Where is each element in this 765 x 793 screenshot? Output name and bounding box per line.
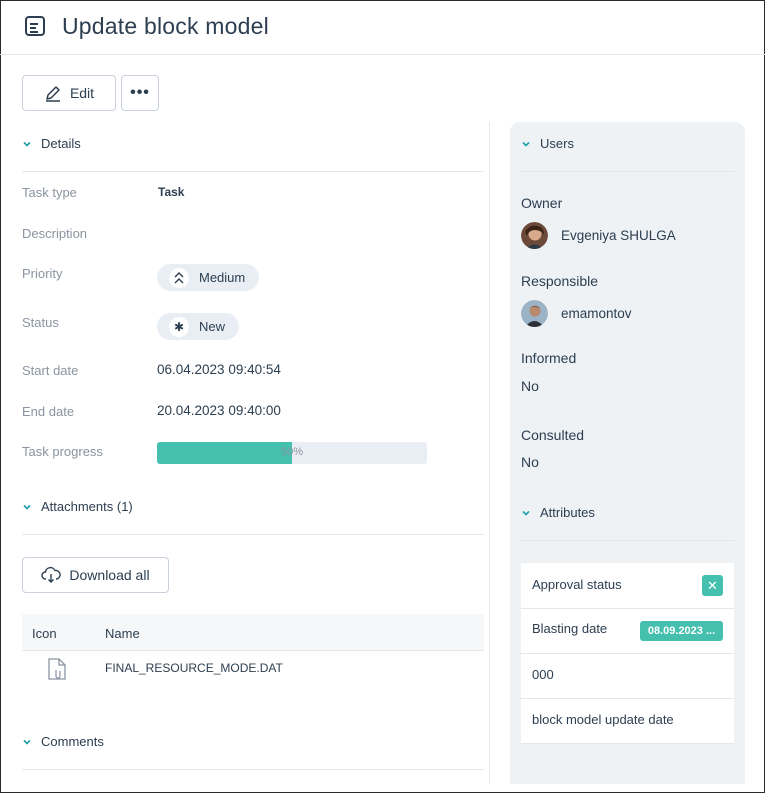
informed-label: Informed bbox=[521, 350, 577, 366]
status-badge[interactable]: ✱ New bbox=[157, 313, 240, 340]
attribute-block-model-update-date[interactable]: block model update date bbox=[521, 699, 734, 744]
responsible-label: Responsible bbox=[521, 273, 599, 289]
owner-name[interactable]: Evgeniya SHULGA bbox=[561, 228, 676, 243]
edit-button-label: Edit bbox=[69, 85, 95, 101]
chevron-down-icon bbox=[23, 739, 31, 745]
page-title: Update block model bbox=[62, 13, 269, 39]
attachments-table-header: Icon Name bbox=[22, 614, 484, 651]
owner-avatar[interactable] bbox=[521, 222, 548, 249]
blasting-date-badge[interactable]: 08.09.2023 ... bbox=[640, 621, 723, 641]
comments-section-label: Comments bbox=[41, 734, 104, 749]
end-date-value: 20.04.2023 09:40:00 bbox=[157, 403, 281, 418]
consulted-label: Consulted bbox=[521, 427, 585, 443]
more-dots-icon: ••• bbox=[130, 84, 150, 101]
document-icon bbox=[25, 16, 45, 36]
file-attachment-icon[interactable] bbox=[47, 657, 67, 681]
priority-label: Priority bbox=[22, 266, 63, 281]
attributes-section-label: Attributes bbox=[540, 505, 595, 520]
details-section-label: Details bbox=[41, 136, 81, 151]
attachment-file-name[interactable]: FINAL_RESOURCE_MODE.DAT bbox=[105, 661, 283, 675]
attribute-blasting-date[interactable]: Blasting date 08.09.2023 ... bbox=[521, 609, 734, 654]
divider bbox=[22, 171, 484, 172]
chevrons-up-icon bbox=[169, 267, 189, 288]
responsible-avatar[interactable] bbox=[521, 300, 548, 327]
divider bbox=[22, 534, 484, 535]
attachments-section-toggle[interactable]: Attachments (1) bbox=[22, 499, 133, 514]
responsible-name[interactable]: emamontov bbox=[561, 306, 632, 321]
users-section-label: Users bbox=[540, 136, 574, 151]
task-type-label: Task type bbox=[22, 185, 77, 200]
start-date-label: Start date bbox=[22, 363, 79, 378]
download-all-label: Download all bbox=[69, 567, 150, 583]
consulted-value: No bbox=[521, 454, 539, 470]
edit-button[interactable]: Edit bbox=[22, 75, 116, 111]
informed-value: No bbox=[521, 378, 539, 394]
attachments-section-label: Attachments (1) bbox=[41, 499, 133, 514]
column-separator bbox=[489, 122, 490, 784]
details-section-toggle[interactable]: Details bbox=[22, 136, 81, 151]
chevron-down-icon bbox=[23, 141, 31, 147]
attribute-000[interactable]: 000 bbox=[521, 654, 734, 699]
users-section-toggle[interactable]: Users bbox=[521, 136, 574, 151]
attribute-label: block model update date bbox=[532, 712, 674, 727]
divider bbox=[521, 540, 734, 541]
priority-badge[interactable]: Medium bbox=[157, 264, 260, 291]
status-value: New bbox=[199, 319, 226, 334]
download-all-button[interactable]: Download all bbox=[22, 557, 169, 593]
owner-label: Owner bbox=[521, 195, 563, 211]
status-label: Status bbox=[22, 315, 59, 330]
divider bbox=[22, 769, 484, 770]
description-label: Description bbox=[22, 226, 88, 241]
attribute-label: 000 bbox=[532, 667, 554, 682]
cloud-download-icon bbox=[41, 566, 62, 583]
asterisk-icon: ✱ bbox=[169, 316, 189, 337]
task-progress-bar: 50% bbox=[157, 442, 427, 464]
pencil-icon bbox=[45, 86, 60, 102]
task-type-value: Task bbox=[158, 185, 185, 199]
attributes-section-toggle[interactable]: Attributes bbox=[521, 505, 595, 520]
task-progress-text: 50% bbox=[280, 446, 304, 458]
attribute-approval-status[interactable]: Approval status ✕ bbox=[521, 563, 734, 609]
close-icon[interactable]: ✕ bbox=[702, 575, 723, 596]
page-header: Update block model bbox=[0, 0, 765, 55]
attribute-label: Approval status bbox=[532, 577, 622, 592]
end-date-label: End date bbox=[22, 404, 75, 419]
chevron-down-icon bbox=[23, 504, 31, 510]
task-progress-label: Task progress bbox=[22, 444, 103, 459]
chevron-down-icon bbox=[522, 141, 530, 147]
comments-section-toggle[interactable]: Comments bbox=[22, 734, 104, 749]
priority-value: Medium bbox=[199, 270, 246, 285]
attribute-label: Blasting date bbox=[532, 621, 608, 636]
column-header-name: Name bbox=[105, 626, 140, 641]
chevron-down-icon bbox=[522, 510, 530, 516]
divider bbox=[521, 171, 734, 172]
start-date-value: 06.04.2023 09:40:54 bbox=[157, 362, 281, 377]
more-options-button[interactable]: ••• bbox=[121, 75, 159, 111]
column-header-icon: Icon bbox=[32, 626, 57, 641]
